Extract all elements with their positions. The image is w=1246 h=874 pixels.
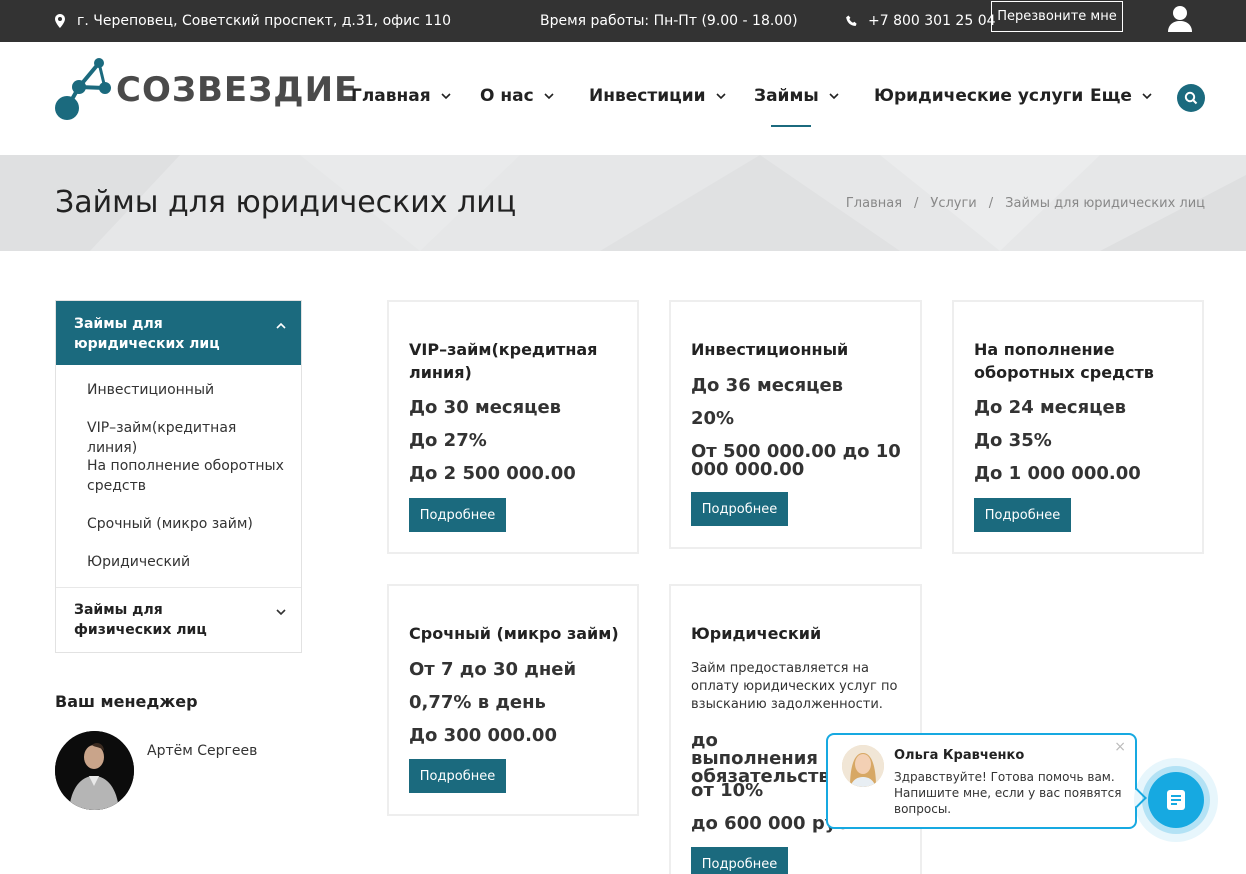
card-rate: 0,77% в день <box>409 692 546 713</box>
breadcrumb-home[interactable]: Главная <box>846 196 902 211</box>
breadcrumb-current: Займы для юридических лиц <box>1005 196 1205 211</box>
phone-icon <box>846 15 857 26</box>
nav-label: Еще <box>1090 86 1132 106</box>
loan-card-working-capital: На пополнение оборотных средств До 24 ме… <box>952 300 1204 554</box>
sidebar-subitem-vip[interactable]: VIP–займ(кредитная линия) <box>87 418 287 458</box>
loan-card-micro: Срочный (микро займ) От 7 до 30 дней 0,7… <box>387 584 639 816</box>
chevron-down-icon <box>544 93 554 100</box>
chevron-down-icon[interactable] <box>275 606 287 618</box>
chat-popup-pointer <box>1127 788 1147 808</box>
card-amount: До 300 000.00 <box>409 725 557 746</box>
phone-block[interactable]: +7 800 301 25 04 <box>846 0 996 42</box>
chevron-down-icon <box>715 93 726 100</box>
sidebar-item-label: Займы для юридических лиц <box>74 316 220 352</box>
breadcrumb-separator: / <box>988 196 994 211</box>
card-title: На пополнение оборотных средств <box>974 340 1154 382</box>
top-bar: г. Череповец, Советский проспект, д.31, … <box>0 0 1246 42</box>
page-banner: Займы для юридических лиц Главная / Услу… <box>0 155 1246 251</box>
nav-label: Юридические услуги <box>874 86 1084 106</box>
card-term: До 30 месяцев <box>409 397 562 418</box>
chat-icon <box>1167 790 1185 810</box>
person-silhouette-icon <box>55 731 134 810</box>
nav-active-indicator <box>771 125 811 127</box>
breadcrumb-separator: / <box>914 196 919 211</box>
nav-item-investments[interactable]: Инвестиции <box>589 86 726 106</box>
address-text: г. Череповец, Советский проспект, д.31, … <box>77 13 452 29</box>
loan-card-legal: Юридический Займ предоставляется на опла… <box>669 584 922 874</box>
loan-card-investment: Инвестиционный До 36 месяцев 20% От 500 … <box>669 300 922 549</box>
card-rate: 20% <box>691 408 735 429</box>
search-icon <box>1184 91 1198 105</box>
phone-number[interactable]: +7 800 301 25 04 <box>868 13 996 29</box>
user-account-icon[interactable] <box>1166 4 1194 32</box>
details-button[interactable]: Подробнее <box>974 498 1071 532</box>
sidebar-item-legal-entity-loans[interactable]: Займы для юридических лиц <box>56 301 301 365</box>
operator-avatar <box>842 745 884 787</box>
card-description: Займ предоставляется на оплату юридическ… <box>691 661 898 712</box>
search-button[interactable] <box>1177 84 1205 112</box>
nav-item-about[interactable]: О нас <box>480 86 554 106</box>
sidebar-subitem-legal[interactable]: Юридический <box>87 552 287 572</box>
nav-item-legal-services[interactable]: Юридические услуги <box>874 86 1083 106</box>
nav-label: О нас <box>480 86 534 106</box>
chevron-down-icon <box>441 93 451 100</box>
details-button[interactable]: Подробнее <box>691 847 788 874</box>
nav-item-home[interactable]: Главная <box>351 86 451 106</box>
chat-popup[interactable]: Ольга Кравченко Здравствуйте! Готова пом… <box>826 733 1147 829</box>
nav-item-loans[interactable]: Займы <box>754 86 839 106</box>
nav-item-more[interactable]: Еще <box>1090 86 1152 106</box>
chevron-up-icon <box>276 322 286 329</box>
details-button[interactable]: Подробнее <box>691 492 788 526</box>
sidebar-subitem-investment[interactable]: Инвестиционный <box>87 380 287 400</box>
manager-avatar <box>55 731 134 810</box>
working-hours: Время работы: Пн-Пт (9.00 - 18.00) <box>540 13 798 29</box>
manager-heading: Ваш менеджер <box>55 692 198 711</box>
operator-photo <box>842 745 884 787</box>
operator-name: Ольга Кравченко <box>894 748 1025 763</box>
card-term: До 24 месяцев <box>974 397 1127 418</box>
callback-button[interactable]: Перезвоните мне <box>991 1 1123 32</box>
card-amount: От 500 000.00 до 10 000 000.00 <box>691 441 901 480</box>
loan-card-vip: VIP–займ(кредитная линия) До 30 месяцев … <box>387 300 639 554</box>
sidebar-item-individual-loans[interactable]: Займы для физических лиц <box>74 600 264 640</box>
chat-message: Здравствуйте! Готова помочь вам. Напишит… <box>894 770 1122 816</box>
card-rate: До 27% <box>409 430 487 451</box>
card-title: Инвестиционный <box>691 340 849 359</box>
card-term: До 36 месяцев <box>691 375 844 396</box>
card-title: Срочный (микро займ) <box>409 624 619 643</box>
details-button[interactable]: Подробнее <box>409 759 506 793</box>
card-term: до выполнения обязательств <box>691 730 830 787</box>
close-icon[interactable]: × <box>1114 739 1126 755</box>
card-amount: До 2 500 000.00 <box>409 463 576 484</box>
sidebar-subitem-working-capital[interactable]: На пополнение оборотных средств <box>87 456 287 496</box>
sidebar-menu: Займы для юридических лиц Инвестиционный… <box>55 300 302 653</box>
manager-name: Артём Сергеев <box>147 743 258 759</box>
card-term: От 7 до 30 дней <box>409 659 577 680</box>
breadcrumb: Главная / Услуги / Займы для юридических… <box>846 196 1205 211</box>
card-amount: До 1 000 000.00 <box>974 463 1141 484</box>
nav-label: Инвестиции <box>589 86 706 106</box>
nav-label: Главная <box>351 86 431 106</box>
address-block: г. Череповец, Советский проспект, д.31, … <box>55 0 451 42</box>
site-header: СОЗВЕЗДИЕ Главная О нас Инвестиции Займы… <box>0 42 1246 155</box>
breadcrumb-services[interactable]: Услуги <box>930 196 976 211</box>
logo-text[interactable]: СОЗВЕЗДИЕ <box>116 70 358 110</box>
card-rate: До 35% <box>974 430 1052 451</box>
sidebar-divider <box>56 587 301 588</box>
card-title: Юридический <box>691 624 822 643</box>
chevron-down-icon <box>1142 93 1152 100</box>
chevron-down-icon <box>829 93 839 100</box>
location-pin-icon <box>55 14 65 28</box>
page-title: Займы для юридических лиц <box>55 185 517 220</box>
details-button[interactable]: Подробнее <box>409 498 506 532</box>
card-title: VIP–займ(кредитная линия) <box>409 340 598 382</box>
chat-open-button[interactable] <box>1148 772 1204 828</box>
sidebar-subitem-micro-loan[interactable]: Срочный (микро займ) <box>87 514 287 534</box>
nav-label: Займы <box>754 86 819 106</box>
